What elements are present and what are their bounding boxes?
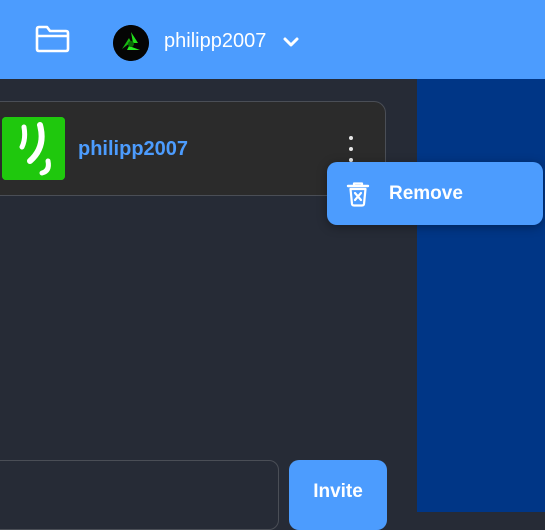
user-avatar[interactable] bbox=[113, 25, 149, 61]
side-panel bbox=[417, 79, 545, 512]
menu-dot bbox=[349, 147, 353, 151]
green-swirl-avatar-icon bbox=[2, 117, 65, 180]
chevron-down-icon[interactable] bbox=[282, 35, 300, 54]
folder-icon[interactable] bbox=[34, 24, 71, 59]
trash-icon bbox=[346, 181, 370, 212]
current-user-name[interactable]: philipp2007 bbox=[164, 30, 266, 53]
invite-input[interactable] bbox=[0, 460, 279, 530]
member-avatar bbox=[2, 117, 65, 180]
remove-label: Remove bbox=[389, 183, 463, 204]
green-triskelion-logo-icon bbox=[113, 25, 149, 61]
member-context-menu: Remove bbox=[327, 162, 543, 225]
menu-dot bbox=[349, 136, 353, 140]
invite-button[interactable]: Invite bbox=[289, 460, 387, 530]
top-bar: philipp2007 bbox=[0, 0, 545, 79]
member-name[interactable]: philipp2007 bbox=[78, 138, 188, 161]
kebab-menu-icon[interactable] bbox=[344, 136, 358, 162]
remove-menu-item[interactable]: Remove bbox=[327, 162, 543, 225]
